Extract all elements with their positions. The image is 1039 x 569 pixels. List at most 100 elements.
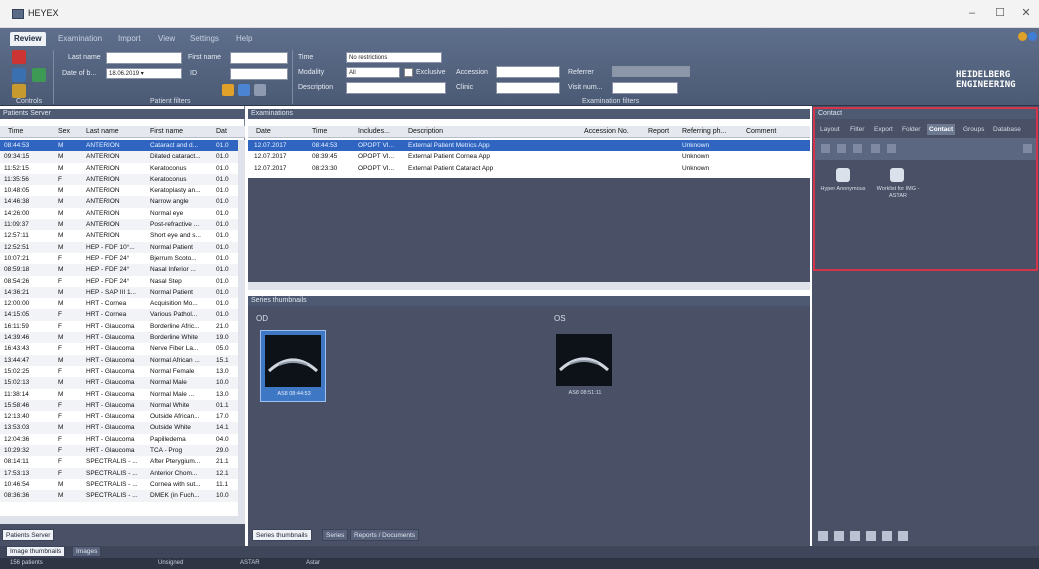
col-time[interactable]: Time xyxy=(8,126,23,138)
table-row[interactable]: 12:52:51 M HEP - FDF 10°... Normal Patient 0… xyxy=(0,241,238,253)
grid-icon[interactable] xyxy=(238,84,250,96)
col-sex[interactable]: Sex xyxy=(58,126,70,138)
table-row[interactable]: 12:13:40 F HRT - Glaucoma Outside African..… xyxy=(0,411,238,422)
settings-icon[interactable] xyxy=(254,84,266,96)
col-referring[interactable]: Referring ph... xyxy=(682,126,726,138)
col-accession[interactable]: Accession No. xyxy=(584,126,629,138)
table-cell: 01.0 xyxy=(216,254,229,262)
table-row[interactable]: 08:59:18 M HEP - FDF 24° Nasal Inferior ...… xyxy=(0,264,238,276)
patients-vscrollbar[interactable] xyxy=(238,140,245,516)
tab-reports-documents[interactable]: Reports / Documents xyxy=(350,529,420,541)
table-row[interactable]: 08:44:53 M ANTERION Cataract and d... 01.0 xyxy=(0,140,238,152)
pointer-tool-icon[interactable] xyxy=(818,531,828,541)
tab-import[interactable]: Import xyxy=(114,32,145,46)
tab-settings[interactable]: Settings xyxy=(186,32,223,46)
pan-tool-icon[interactable] xyxy=(850,531,860,541)
table-row[interactable]: 14:36:21 M HEP - SAP III 1... Normal Patien… xyxy=(0,286,238,299)
col-comment[interactable]: Comment xyxy=(746,126,776,138)
tab-view[interactable]: View xyxy=(154,32,179,46)
table-cell: Various Pathol... xyxy=(150,311,198,319)
table-row[interactable]: 11:38:14 M HRT - Glaucoma Normal Male ... 13… xyxy=(0,389,238,400)
patients-hscrollbar[interactable] xyxy=(0,516,245,524)
patients-server-tab[interactable]: Patients Server xyxy=(2,529,55,541)
tab-review[interactable]: Review xyxy=(10,32,46,46)
exam-hscrollbar[interactable] xyxy=(248,282,810,290)
table-row[interactable]: 11:09:37 M ANTERION Post-refractive ... 01.0 xyxy=(0,219,238,231)
sync-icon[interactable] xyxy=(32,68,46,82)
od-thumbnail[interactable]: AS8 08:44:53 xyxy=(260,330,326,402)
table-row[interactable]: 16:11:59 F HRT - Glaucoma Borderline Afric.… xyxy=(0,321,238,332)
table-row[interactable]: 08:54:26 F HEP - FDF 24° Nasal Step 01.0 xyxy=(0,276,238,287)
col-includes[interactable]: Includes... xyxy=(358,126,390,138)
col-description[interactable]: Description xyxy=(408,126,443,138)
zoom-tool-icon[interactable] xyxy=(834,531,844,541)
table-row[interactable]: 09:34:15 M ANTERION Dilated cataract... 01.0 xyxy=(0,151,238,163)
col-last-name[interactable]: Last name xyxy=(86,126,119,138)
table-row[interactable]: 12:00:00 M HRT - Cornea Acquisition Mo... 01… xyxy=(0,298,238,309)
minimize-button[interactable]: – xyxy=(962,5,982,21)
table-row[interactable]: 10:29:32 F HRT - Glaucoma TCA - Prog 29.0 xyxy=(0,445,238,457)
tab-images[interactable]: Images xyxy=(72,546,102,557)
refresh-icon[interactable] xyxy=(12,68,26,82)
id-input[interactable] xyxy=(230,68,288,80)
tab-examination[interactable]: Examination xyxy=(54,32,106,46)
table-row[interactable]: 15:02:25 F HRT - Glaucoma Normal Female 13.0 xyxy=(0,366,238,377)
col-date[interactable]: Dat xyxy=(216,126,227,138)
col-report[interactable]: Report xyxy=(648,126,669,138)
table-row[interactable]: 10:07:21 F HEP - FDF 24° Bjerrum Scoto... 01… xyxy=(0,253,238,264)
table-row[interactable]: 15:02:13 M HRT - Glaucoma Normal Male 10.0 xyxy=(0,377,238,389)
undo-tool-icon[interactable] xyxy=(898,531,908,541)
clinic-input[interactable] xyxy=(496,82,560,94)
table-row[interactable]: 12.07.2017 08:39:45 OPOPT VI... External Pa… xyxy=(248,151,810,162)
tab-series[interactable]: Series xyxy=(322,529,349,541)
users-icon[interactable] xyxy=(12,84,26,98)
col-exam-time[interactable]: Time xyxy=(312,126,327,138)
table-row[interactable]: 14:26:00 M ANTERION Normal eye 01.0 xyxy=(0,208,238,219)
table-row[interactable]: 17:53:13 F SPECTRALIS - ... Anterior Chom..… xyxy=(0,467,238,479)
first-name-input[interactable] xyxy=(230,52,288,64)
table-row[interactable]: 12.07.2017 08:23:30 OPOPT VI... External Pa… xyxy=(248,163,810,174)
description-input[interactable] xyxy=(346,82,446,94)
col-first-name[interactable]: First name xyxy=(150,126,183,138)
referrer-select[interactable] xyxy=(612,66,690,77)
accession-input[interactable] xyxy=(496,66,560,78)
col-exam-date[interactable]: Date xyxy=(256,126,271,138)
maximize-button[interactable]: ☐ xyxy=(990,5,1010,21)
table-row[interactable]: 12:04:36 F HRT - Glaucoma Papilledema 04.0 xyxy=(0,434,238,445)
table-row[interactable]: 10:46:54 M SPECTRALIS - ... Cornea with sut… xyxy=(0,479,238,490)
table-row[interactable]: 12:57:11 M ANTERION Short eye and s... 01.0 xyxy=(0,230,238,241)
table-row[interactable]: 13:53:03 M HRT - Glaucoma Outside White 14.1 xyxy=(0,422,238,434)
modality-select[interactable]: All xyxy=(346,67,400,78)
last-name-input[interactable] xyxy=(106,52,182,64)
status-site: ASTAR xyxy=(240,560,260,566)
exclusive-checkbox[interactable] xyxy=(404,68,413,77)
table-row[interactable]: 13:44:47 M HRT - Glaucoma Normal African ..… xyxy=(0,354,238,366)
table-row[interactable]: 08:36:36 M SPECTRALIS - ... DMEK (in Fuch..… xyxy=(0,490,238,502)
measure-tool-icon[interactable] xyxy=(866,531,876,541)
tab-series-thumbnails[interactable]: Series thumbnails xyxy=(252,529,312,541)
tab-image-thumbnails[interactable]: Image thumbnails xyxy=(6,546,66,557)
os-thumbnail[interactable]: AS8 08:51:11 xyxy=(552,330,618,402)
table-cell: M xyxy=(58,209,64,217)
table-row[interactable]: 14:46:38 M ANTERION Narrow angle 01.0 xyxy=(0,196,238,208)
visit-input[interactable] xyxy=(612,82,678,94)
table-row[interactable]: 16:43:43 F HRT - Glaucoma Nerve Fiber La...… xyxy=(0,343,238,354)
visit-label: Visit num... xyxy=(568,84,603,91)
open-icon[interactable] xyxy=(12,50,26,64)
table-row[interactable]: 11:35:56 F ANTERION Keratoconus 01.0 xyxy=(0,173,238,186)
annotate-tool-icon[interactable] xyxy=(882,531,892,541)
table-row[interactable]: 08:14:11 F SPECTRALIS - ... After Pterygium… xyxy=(0,456,238,467)
filter-icon[interactable] xyxy=(222,84,234,96)
table-row[interactable]: 14:15:05 F HRT - Cornea Various Pathol... 01… xyxy=(0,309,238,321)
close-button[interactable]: ✕ xyxy=(1016,5,1036,21)
tab-help[interactable]: Help xyxy=(232,32,256,46)
table-row[interactable]: 12.07.2017 08:44:53 OPOPT VI... External Pa… xyxy=(248,140,810,152)
help-icon[interactable] xyxy=(1028,32,1037,41)
user-icon[interactable] xyxy=(1018,32,1027,41)
table-row[interactable]: 14:39:46 M HRT - Glaucoma Borderline White 1… xyxy=(0,332,238,344)
table-row[interactable]: 11:52:15 M ANTERION Keratoconus 01.0 xyxy=(0,163,238,174)
time-select[interactable]: No restrictions xyxy=(346,52,442,63)
dob-picker[interactable]: 18.06.2019 ▾ xyxy=(106,68,182,79)
table-row[interactable]: 15:58:46 F HRT - Glaucoma Normal White 01.1 xyxy=(0,399,238,412)
table-row[interactable]: 10:48:05 M ANTERION Keratoplasty an... 01.0 xyxy=(0,185,238,196)
